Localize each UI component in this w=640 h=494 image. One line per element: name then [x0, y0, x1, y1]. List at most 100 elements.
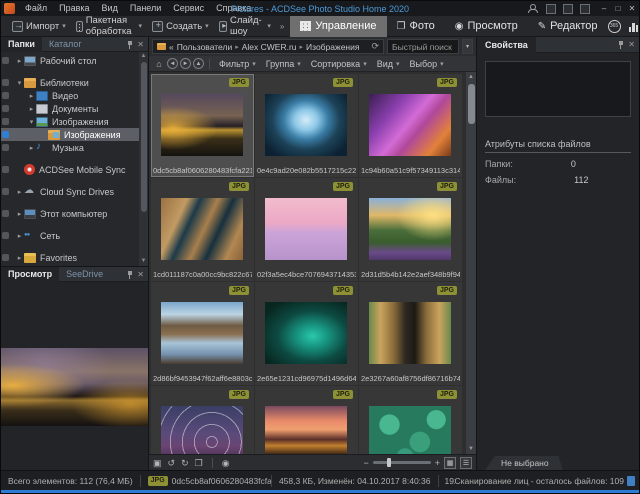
- tree-item-libraries[interactable]: ▾Библиотеки: [1, 76, 139, 89]
- file-thumbnail[interactable]: JPG02f3a5ec4bce7076943714353c7...: [255, 178, 358, 281]
- forward-icon[interactable]: ►: [180, 58, 191, 69]
- view-button[interactable]: Вид▾: [373, 57, 404, 71]
- thumbnail-view-button[interactable]: ▦: [444, 457, 456, 469]
- expand-icon[interactable]: ▸: [27, 144, 36, 152]
- breadcrumb[interactable]: « Пользователи ▸ Alex CWER.ru ▸ Изображе…: [152, 39, 384, 54]
- tab-not-selected[interactable]: Не выбрано: [485, 456, 563, 470]
- easy-select-marker[interactable]: [2, 166, 9, 173]
- zoom-out-icon[interactable]: −: [363, 456, 368, 470]
- copy-icon[interactable]: ❐: [195, 456, 203, 470]
- menu-edit[interactable]: Правка: [53, 1, 95, 16]
- tab-edit[interactable]: ✎ Редактор: [528, 16, 608, 37]
- scroll-up-icon[interactable]: ▲: [466, 72, 476, 82]
- tab-seedrive[interactable]: SeeDrive: [59, 267, 110, 282]
- import-button[interactable]: Импорт▾: [7, 17, 71, 36]
- expand-icon[interactable]: ▸: [15, 57, 24, 65]
- grid-scrollbar[interactable]: ▲ ▼: [466, 72, 476, 454]
- file-thumbnail[interactable]: JPG: [151, 386, 254, 454]
- account-icon[interactable]: [527, 4, 536, 13]
- easy-select-marker[interactable]: [2, 105, 9, 112]
- scroll-down-icon[interactable]: ▼: [139, 257, 148, 266]
- easy-select-marker[interactable]: [2, 232, 9, 239]
- tree-item-favorites[interactable]: ▸Favorites: [1, 251, 139, 264]
- file-thumbnail[interactable]: JPG: [359, 386, 462, 454]
- expand-icon[interactable]: ▸: [15, 254, 24, 262]
- select-button[interactable]: Выбор▾: [406, 57, 448, 71]
- menu-view[interactable]: Вид: [96, 1, 124, 16]
- easy-select-marker[interactable]: [2, 92, 9, 99]
- save-icon[interactable]: ▣: [153, 456, 162, 470]
- tab-catalog[interactable]: Каталог: [42, 37, 89, 52]
- zoom-in-icon[interactable]: +: [435, 456, 440, 470]
- easy-select-marker[interactable]: [2, 79, 9, 86]
- tree-item-music[interactable]: ▸Музыка: [1, 141, 139, 154]
- expand-icon[interactable]: ▸: [15, 188, 24, 196]
- easy-select-marker[interactable]: [2, 131, 9, 138]
- tab-view[interactable]: ◉ Просмотр: [445, 16, 528, 37]
- autoplay-icon[interactable]: ◉: [222, 456, 230, 470]
- details-view-button[interactable]: ☰: [460, 457, 472, 469]
- file-thumbnail[interactable]: JPG1cd011187c0a00cc9bc822c670...: [151, 178, 254, 281]
- pin-icon[interactable]: [126, 270, 133, 279]
- file-thumbnail[interactable]: JPG2e3267a60af8756df86716b74d4...: [359, 282, 462, 385]
- refresh-icon[interactable]: ⟳: [371, 41, 379, 52]
- maximize-button[interactable]: □: [611, 1, 625, 16]
- tree-scrollbar[interactable]: ▲ ▼: [139, 52, 148, 266]
- create-button[interactable]: Создать▾: [147, 17, 214, 36]
- workspace-button-3[interactable]: [580, 4, 590, 14]
- expand-icon[interactable]: ▸: [15, 232, 24, 240]
- close-icon[interactable]: ✕: [137, 270, 144, 279]
- tab-folders[interactable]: Папки: [1, 37, 42, 52]
- close-icon[interactable]: ✕: [628, 40, 635, 49]
- breadcrumb-users[interactable]: Пользователи: [177, 42, 232, 52]
- up-icon[interactable]: ▲: [193, 58, 204, 69]
- tree-item-desktop[interactable]: ▸Рабочий стол: [1, 54, 139, 67]
- pin-icon[interactable]: [617, 40, 624, 49]
- minimize-button[interactable]: –: [597, 1, 611, 16]
- slideshow-button[interactable]: Слайд-шоу▾: [214, 17, 276, 36]
- filter-button[interactable]: Фильтр▾: [215, 57, 260, 71]
- acdsee365-icon[interactable]: 365: [608, 20, 621, 33]
- tree-item-pictures-lib[interactable]: ▾Изображения: [1, 115, 139, 128]
- file-thumbnail[interactable]: JPG0dc5cb8af0606280483fcfa221b...: [151, 74, 254, 177]
- collapse-icon[interactable]: ▾: [15, 79, 24, 87]
- scroll-down-icon[interactable]: ▼: [466, 444, 476, 454]
- tree-item-video[interactable]: ▸Видео: [1, 89, 139, 102]
- dashboard-icon[interactable]: [629, 21, 640, 32]
- batch-button[interactable]: Пакетная обработка▾: [71, 17, 147, 36]
- tree-item-pictures-folder[interactable]: Изображения: [1, 128, 139, 141]
- workspace-button-2[interactable]: [563, 4, 573, 14]
- sort-button[interactable]: Сортировка▾: [307, 57, 371, 71]
- file-thumbnail[interactable]: JPG0e4c9ad20e082b5517215c2269f...: [255, 74, 358, 177]
- tab-manage[interactable]: Управление: [290, 16, 386, 37]
- easy-select-marker[interactable]: [2, 254, 9, 261]
- menu-tools[interactable]: Сервис: [167, 1, 210, 16]
- expand-icon[interactable]: ▸: [27, 92, 36, 100]
- breadcrumb-user[interactable]: Alex CWER.ru: [242, 42, 297, 52]
- search-dropdown-button[interactable]: ▾: [462, 39, 473, 54]
- tree-item-network[interactable]: ▸Сеть: [1, 229, 139, 242]
- pin-icon[interactable]: [126, 40, 133, 49]
- close-icon[interactable]: ✕: [137, 40, 144, 49]
- workspace-button-1[interactable]: [546, 4, 556, 14]
- toolbar-overflow-icon[interactable]: »: [276, 22, 288, 31]
- easy-select-marker[interactable]: [2, 57, 9, 64]
- easy-select-marker[interactable]: [2, 210, 9, 217]
- zoom-slider[interactable]: [373, 461, 431, 464]
- close-button[interactable]: ✕: [625, 1, 639, 16]
- tab-preview[interactable]: Просмотр: [1, 267, 59, 282]
- file-thumbnail[interactable]: JPG2d86bf9453947f62aff6e8803c23...: [151, 282, 254, 385]
- scroll-up-icon[interactable]: ▲: [139, 52, 148, 61]
- home-icon[interactable]: ⌂: [153, 59, 165, 69]
- collapse-icon[interactable]: ▾: [27, 118, 36, 126]
- menu-file[interactable]: Файл: [19, 1, 53, 16]
- breadcrumb-pictures[interactable]: Изображения: [306, 42, 359, 52]
- expand-icon[interactable]: ▸: [15, 210, 24, 218]
- tab-properties[interactable]: Свойства: [477, 37, 536, 53]
- file-thumbnail[interactable]: JPG2d31d5b4b142e2aef348b9f94d...: [359, 178, 462, 281]
- group-button[interactable]: Группа▾: [262, 57, 305, 71]
- file-thumbnail[interactable]: JPG1c94b60a51c9f57349113c31402...: [359, 74, 462, 177]
- tree-item-documents[interactable]: ▸Документы: [1, 102, 139, 115]
- tree-item-mobile-sync[interactable]: ACDSee Mobile Sync: [1, 163, 139, 176]
- easy-select-marker[interactable]: [2, 144, 9, 151]
